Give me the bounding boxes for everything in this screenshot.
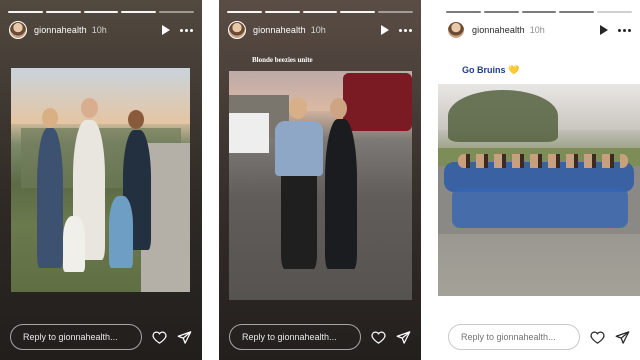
- avatar[interactable]: [228, 21, 246, 39]
- progress-segment: [159, 11, 194, 13]
- username[interactable]: gionnahealth: [34, 25, 87, 35]
- heart-icon[interactable]: [151, 329, 167, 345]
- story-header: gionnahealth 10h: [447, 20, 631, 40]
- progress-segment: [521, 11, 557, 13]
- send-icon[interactable]: [395, 329, 411, 345]
- play-icon[interactable]: [600, 25, 608, 35]
- avatar[interactable]: [447, 21, 465, 39]
- heart-icon[interactable]: [370, 329, 386, 345]
- username[interactable]: gionnahealth: [472, 25, 525, 35]
- post-time: 10h: [529, 25, 545, 35]
- reply-input[interactable]: Reply to gionnahealth...: [448, 324, 580, 350]
- story-photo-team-group: [438, 84, 640, 296]
- progress-segment: [227, 11, 262, 13]
- progress-segment: [264, 11, 300, 13]
- story-footer: Reply to gionnahealth...: [448, 324, 630, 350]
- more-icon[interactable]: [180, 28, 193, 32]
- send-icon[interactable]: [176, 329, 192, 345]
- reply-input[interactable]: Reply to gionnahealth...: [10, 324, 142, 350]
- play-icon[interactable]: [381, 25, 389, 35]
- story-progress-bar: [446, 11, 632, 13]
- progress-segment: [340, 11, 376, 13]
- story-caption: Go Bruins 💛: [462, 65, 520, 75]
- more-icon[interactable]: [618, 28, 631, 32]
- progress-segment: [45, 11, 81, 13]
- progress-segment: [121, 11, 157, 13]
- heart-icon[interactable]: [589, 329, 605, 345]
- reply-input[interactable]: Reply to gionnahealth...: [229, 324, 361, 350]
- post-time: 10h: [91, 25, 107, 35]
- avatar[interactable]: [9, 21, 27, 39]
- story-caption: Blonde beezies unite: [252, 56, 313, 64]
- username[interactable]: gionnahealth: [253, 25, 306, 35]
- send-icon[interactable]: [614, 329, 630, 345]
- story-photo-two-women: [229, 71, 412, 300]
- play-icon[interactable]: [162, 25, 170, 35]
- post-time: 10h: [310, 25, 326, 35]
- story-header: gionnahealth 10h: [228, 20, 412, 40]
- story-photo-family: [11, 68, 190, 292]
- story-progress-bar: [227, 11, 413, 13]
- story-header: gionnahealth 10h: [9, 20, 193, 40]
- progress-segment: [597, 11, 632, 13]
- progress-segment: [302, 11, 338, 13]
- story-footer: Reply to gionnahealth...: [229, 324, 411, 350]
- more-icon[interactable]: [399, 28, 412, 32]
- progress-segment: [8, 11, 43, 13]
- progress-segment: [378, 11, 413, 13]
- story-footer: Reply to gionnahealth...: [10, 324, 192, 350]
- progress-segment: [483, 11, 519, 13]
- progress-segment: [559, 11, 595, 13]
- progress-segment: [446, 11, 481, 13]
- progress-segment: [83, 11, 119, 13]
- story-progress-bar: [8, 11, 194, 13]
